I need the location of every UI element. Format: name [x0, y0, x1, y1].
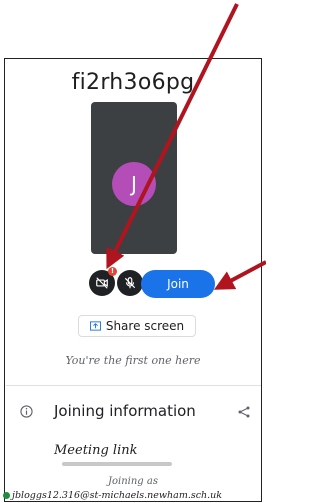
- camera-off-icon: [96, 277, 108, 289]
- avatar: J: [112, 162, 156, 206]
- mic-toggle-button[interactable]: [117, 270, 143, 296]
- divider: [6, 385, 261, 386]
- share-screen-button[interactable]: Share screen: [78, 315, 196, 337]
- join-button[interactable]: Join: [141, 270, 215, 298]
- camera-toggle-button[interactable]: !: [89, 267, 117, 296]
- mic-off-icon: [124, 277, 136, 289]
- share-icon[interactable]: [238, 406, 250, 418]
- joining-as-label: Joining as: [108, 476, 158, 487]
- info-icon: [20, 405, 33, 418]
- alert-badge: !: [108, 267, 117, 276]
- video-preview: J: [91, 102, 177, 254]
- account-status-dot: [3, 492, 10, 499]
- account-email-row: jbloggs12.316@st-michaels.newham.sch.uk: [3, 490, 222, 501]
- meeting-link-value[interactable]: [62, 462, 172, 466]
- share-screen-label: Share screen: [105, 319, 185, 333]
- joining-information-row[interactable]: Joining information: [20, 402, 252, 422]
- status-text: You're the first one here: [65, 354, 201, 367]
- account-email: jbloggs12.316@st-michaels.newham.sch.uk: [12, 490, 223, 501]
- present-screen-icon: [89, 321, 101, 331]
- meeting-link-label: Meeting link: [54, 443, 138, 458]
- meeting-code-title: fi2rh3o6pg: [71, 70, 195, 95]
- joining-information-label: Joining information: [54, 402, 196, 420]
